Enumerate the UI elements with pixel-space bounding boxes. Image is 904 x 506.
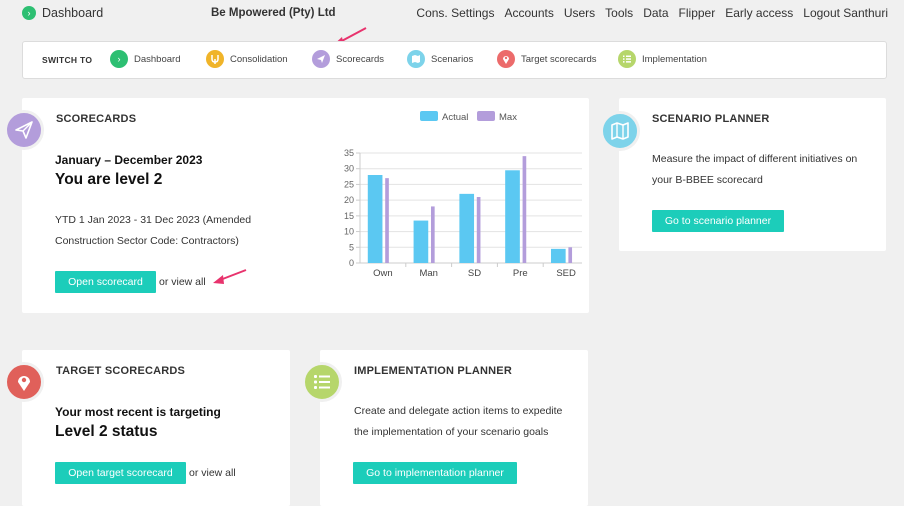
- y-tick-label: 5: [349, 242, 354, 252]
- bar-actual-sed: [550, 248, 566, 263]
- x-tick-label: Man: [419, 268, 437, 279]
- switch-to-bar: SWITCH TO › Dashboard Consolidation Scor…: [22, 41, 887, 79]
- chevron-right-icon: ›: [22, 6, 36, 20]
- x-tick-label: Own: [373, 268, 393, 279]
- company-name: Be Mpowered (Pty) Ltd: [211, 7, 336, 19]
- y-tick-label: 0: [349, 258, 354, 268]
- implementation-planner-title: IMPLEMENTATION PLANNER: [354, 365, 512, 377]
- scorecard-period: January – December 2023: [55, 153, 203, 167]
- x-tick-label: SED: [556, 268, 576, 279]
- x-tick-label: Pre: [513, 268, 528, 279]
- implementation-text-line2: the implementation of your scenario goal…: [354, 426, 549, 438]
- list-icon: [302, 362, 342, 402]
- top-nav-links: Cons. Settings Accounts Users Tools Data…: [416, 6, 888, 20]
- bar-max-sd: [476, 197, 481, 263]
- top-navigation: › Dashboard Be Mpowered (Pty) Ltd Cons. …: [0, 0, 904, 28]
- bar-max-own: [385, 178, 389, 263]
- bar-actual-sd: [459, 193, 475, 263]
- target-scorecards-title: TARGET SCORECARDS: [56, 365, 186, 377]
- paper-plane-icon: [312, 50, 330, 68]
- switch-item-target-scorecards[interactable]: Target scorecards: [497, 50, 597, 68]
- scenario-text-line2: your B-BBEE scorecard: [652, 174, 763, 186]
- map-pin-icon: [497, 50, 515, 68]
- map-icon: [600, 111, 640, 151]
- consolidation-icon: [206, 50, 224, 68]
- nav-cons-settings[interactable]: Cons. Settings: [416, 6, 494, 20]
- y-tick-label: 10: [344, 227, 354, 237]
- switch-to-label: SWITCH TO: [42, 55, 93, 65]
- list-icon: [618, 50, 636, 68]
- switch-item-scorecards[interactable]: Scorecards: [312, 50, 384, 68]
- x-tick-label: SD: [468, 268, 481, 279]
- scorecard-level: You are level 2: [55, 171, 163, 188]
- y-tick-label: 25: [344, 179, 354, 189]
- implementation-text-line1: Create and delegate action items to expe…: [354, 405, 563, 417]
- annotation-arrow-icon: [213, 269, 247, 284]
- open-target-scorecard-button[interactable]: Open target scorecard: [55, 462, 186, 484]
- scorecards-card: SCORECARDS January – December 2023 You a…: [22, 98, 589, 313]
- open-scorecard-button[interactable]: Open scorecard: [55, 271, 156, 293]
- target-level-status: Level 2 status: [55, 423, 158, 440]
- switch-item-implementation[interactable]: Implementation: [618, 50, 707, 68]
- view-all-scorecards-link[interactable]: or view all: [159, 276, 206, 288]
- paper-plane-icon: [4, 110, 44, 150]
- target-scorecards-card: TARGET SCORECARDS Your most recent is ta…: [22, 350, 290, 506]
- nav-users[interactable]: Users: [564, 6, 595, 20]
- scorecard-ytd-line1: YTD 1 Jan 2023 - 31 Dec 2023 (Amended: [55, 214, 252, 226]
- y-tick-label: 20: [344, 195, 354, 205]
- nav-logout[interactable]: Logout Santhuri: [803, 6, 888, 20]
- scorecard-bar-chart: Actual Max 0 5 10 15 20 25 30 35 Own Man SD Pre SED: [344, 111, 582, 279]
- dashboard-link-label: Dashboard: [42, 6, 104, 20]
- legend-label: Max: [499, 112, 517, 123]
- switch-item-label: Consolidation: [230, 53, 288, 65]
- y-tick-label: 35: [344, 148, 354, 158]
- legend-swatch: [420, 111, 438, 121]
- y-tick-label: 15: [344, 211, 354, 221]
- nav-accounts[interactable]: Accounts: [504, 6, 553, 20]
- bar-actual-man: [413, 220, 429, 263]
- switch-item-dashboard[interactable]: › Dashboard: [110, 50, 180, 68]
- scorecards-title: SCORECARDS: [56, 113, 137, 125]
- switch-item-label: Implementation: [642, 53, 707, 65]
- chevron-right-icon: ›: [110, 50, 128, 68]
- y-tick-label: 30: [344, 164, 354, 174]
- legend-swatch: [477, 111, 495, 121]
- bar-max-sed: [568, 247, 573, 263]
- implementation-planner-card: IMPLEMENTATION PLANNER Create and delega…: [320, 350, 588, 506]
- scenario-planner-title: SCENARIO PLANNER: [652, 113, 770, 125]
- nav-flipper[interactable]: Flipper: [679, 6, 716, 20]
- legend-label: Actual: [442, 112, 468, 123]
- nav-data[interactable]: Data: [643, 6, 668, 20]
- bar-actual-own: [367, 175, 383, 263]
- switch-item-label: Target scorecards: [521, 53, 597, 65]
- map-icon: [407, 50, 425, 68]
- scenario-text-line1: Measure the impact of different initiati…: [652, 153, 858, 165]
- scenario-planner-card: SCENARIO PLANNER Measure the impact of d…: [619, 98, 886, 251]
- switch-item-label: Dashboard: [134, 53, 181, 65]
- scorecard-ytd-line2: Construction Sector Code: Contractors): [55, 235, 239, 247]
- nav-early-access[interactable]: Early access: [725, 6, 793, 20]
- go-to-implementation-planner-button[interactable]: Go to implementation planner: [353, 462, 517, 484]
- map-pin-icon: [4, 362, 44, 402]
- bar-actual-pre: [505, 170, 520, 263]
- switch-item-label: Scenarios: [431, 53, 474, 65]
- view-all-targets-link[interactable]: or view all: [189, 467, 236, 479]
- target-line1: Your most recent is targeting: [55, 405, 221, 419]
- switch-item-scenarios[interactable]: Scenarios: [407, 50, 473, 68]
- switch-item-consolidation[interactable]: Consolidation: [206, 50, 288, 68]
- bar-max-pre: [522, 156, 527, 263]
- go-to-scenario-planner-button[interactable]: Go to scenario planner: [652, 210, 784, 232]
- nav-tools[interactable]: Tools: [605, 6, 633, 20]
- switch-item-label: Scorecards: [336, 53, 385, 65]
- dashboard-link[interactable]: › Dashboard: [22, 6, 103, 20]
- bar-max-man: [430, 206, 435, 263]
